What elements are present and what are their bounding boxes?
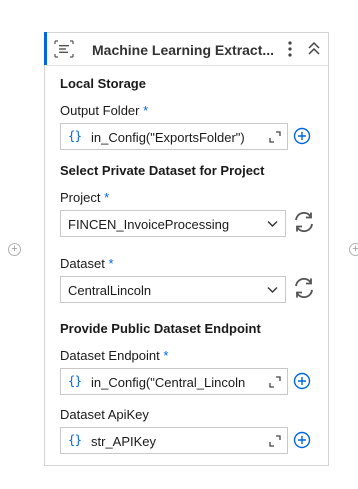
more-vertical-icon[interactable]: [285, 40, 295, 58]
chevron-down-icon[interactable]: [267, 286, 278, 294]
output-folder-field[interactable]: {} in_Config("ExportsFolder"): [60, 123, 288, 150]
required-marker: *: [104, 190, 110, 205]
project-label-text: Project: [60, 190, 101, 205]
dataset-dropdown[interactable]: CentralLincoln: [60, 276, 286, 303]
required-marker: *: [163, 348, 169, 363]
activity-card: Machine Learning Extract... Local Storag…: [44, 32, 329, 466]
expression-badge-icon: {}: [68, 129, 82, 143]
activity-title: Machine Learning Extract...: [92, 42, 275, 58]
add-argument-plus-icon[interactable]: [293, 372, 311, 390]
add-activity-right-button[interactable]: +: [349, 243, 358, 256]
expand-editor-icon[interactable]: [269, 131, 281, 143]
dataset-apikey-label: Dataset ApiKey: [60, 407, 149, 422]
dataset-endpoint-field[interactable]: {} in_Config("Central_Lincoln: [60, 368, 288, 395]
refresh-icon[interactable]: [292, 276, 316, 300]
ml-extractor-icon: [54, 40, 74, 58]
collapse-up-icon[interactable]: [307, 41, 321, 57]
project-dropdown[interactable]: FINCEN_InvoiceProcessing: [60, 210, 286, 237]
required-marker: *: [108, 256, 114, 271]
expression-badge-icon: {}: [68, 374, 82, 388]
expand-editor-icon[interactable]: [269, 376, 281, 388]
section-public-endpoint: Provide Public Dataset Endpoint: [60, 321, 261, 336]
add-argument-plus-icon[interactable]: [293, 431, 311, 449]
section-private-dataset: Select Private Dataset for Project: [60, 163, 265, 178]
dataset-apikey-field[interactable]: {} str_APIKey: [60, 427, 288, 454]
expression-badge-icon: {}: [68, 433, 82, 447]
dataset-endpoint-value[interactable]: in_Config("Central_Lincoln: [91, 375, 261, 390]
dataset-label-text: Dataset: [60, 256, 105, 271]
add-activity-left-button[interactable]: +: [8, 243, 21, 256]
dataset-endpoint-label-text: Dataset Endpoint: [60, 348, 160, 363]
project-selected-value: FINCEN_InvoiceProcessing: [68, 217, 230, 232]
project-label: Project *: [60, 190, 109, 205]
activity-header[interactable]: Machine Learning Extract...: [45, 33, 328, 66]
dataset-selected-value: CentralLincoln: [68, 283, 152, 298]
add-argument-plus-icon[interactable]: [293, 127, 311, 145]
refresh-icon[interactable]: [292, 210, 316, 234]
dataset-endpoint-label: Dataset Endpoint *: [60, 348, 168, 363]
output-folder-label: Output Folder *: [60, 103, 148, 118]
expand-editor-icon[interactable]: [269, 435, 281, 447]
dataset-label: Dataset *: [60, 256, 114, 271]
dataset-apikey-value[interactable]: str_APIKey: [91, 434, 261, 449]
chevron-down-icon[interactable]: [267, 220, 278, 228]
dataset-apikey-label-text: Dataset ApiKey: [60, 407, 149, 422]
output-folder-value[interactable]: in_Config("ExportsFolder"): [91, 130, 261, 145]
required-marker: *: [143, 103, 149, 118]
output-folder-label-text: Output Folder: [60, 103, 140, 118]
section-local-storage: Local Storage: [60, 76, 146, 91]
